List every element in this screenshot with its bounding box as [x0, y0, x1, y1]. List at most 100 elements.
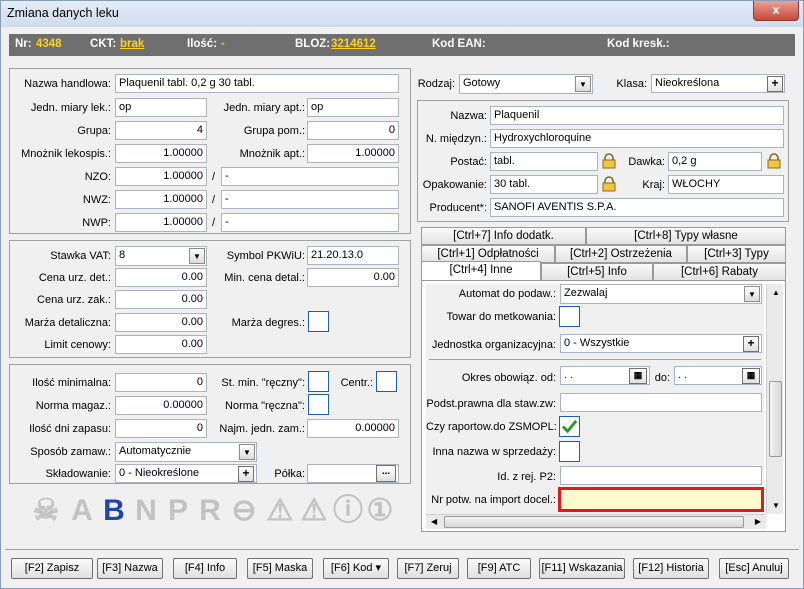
- unit-drug-field[interactable]: op: [115, 98, 207, 117]
- mask-button[interactable]: [F5] Maska: [247, 558, 313, 579]
- min-qty-label: Ilość minimalna:: [32, 377, 111, 389]
- warning-icon: ⚠: [266, 494, 294, 527]
- zsmopl-checkbox[interactable]: [559, 416, 580, 437]
- price-limit-field[interactable]: 0.00: [115, 335, 207, 354]
- unit-pharm-field[interactable]: op: [307, 98, 399, 117]
- horizontal-scrollbar[interactable]: ◀ ▶: [426, 514, 766, 529]
- tab-warnings[interactable]: [Ctrl+2] Ostrzeżenia: [555, 245, 687, 263]
- indications-button[interactable]: [F11] Wskazania: [539, 558, 625, 579]
- nzo-field[interactable]: 1.00000: [115, 167, 207, 186]
- cancel-button[interactable]: [Esc] Anuluj: [719, 558, 789, 579]
- vat-rate-combo[interactable]: 8 ▼: [115, 246, 207, 266]
- history-button[interactable]: [F12] Historia: [633, 558, 709, 579]
- bloz-link[interactable]: 3214612: [331, 38, 376, 50]
- nwp-field[interactable]: 1.00000: [115, 213, 207, 232]
- group-aux-field[interactable]: 0: [307, 121, 399, 140]
- supply-days-field[interactable]: 0: [115, 419, 207, 438]
- chevron-down-icon[interactable]: ▼: [744, 286, 760, 302]
- price-purchase-field[interactable]: 0.00: [115, 290, 207, 309]
- tab-types[interactable]: [Ctrl+3] Typy: [687, 245, 786, 263]
- ckt-label: CKT:: [90, 38, 117, 50]
- price-retail-field[interactable]: 0.00: [115, 268, 207, 287]
- chevron-down-icon[interactable]: ▼: [189, 248, 205, 264]
- alt-name-checkbox[interactable]: [559, 441, 580, 462]
- class-field[interactable]: Nieokreślona: [651, 74, 785, 93]
- calendar-icon[interactable]: ▦: [742, 368, 760, 384]
- retail-margin-field[interactable]: 0.00: [115, 313, 207, 332]
- dose-field[interactable]: 0,2 g: [668, 152, 762, 171]
- order-mode-combo[interactable]: Automatycznie ▼: [115, 442, 257, 462]
- name-field[interactable]: Plaquenil: [490, 106, 784, 125]
- manual-norm-checkbox[interactable]: [308, 394, 329, 415]
- reset-button[interactable]: [F7] Zeruj: [397, 558, 459, 579]
- nwz-extra-field[interactable]: -: [221, 190, 399, 209]
- nwp-extra-field[interactable]: -: [221, 213, 399, 232]
- country-field[interactable]: WŁOCHY: [668, 175, 784, 194]
- close-button[interactable]: x: [753, 1, 799, 21]
- lock-icon[interactable]: [602, 153, 616, 169]
- hscroll-thumb[interactable]: [444, 516, 744, 528]
- inn-field[interactable]: Hydroxychloroquine: [490, 129, 784, 148]
- price-limit-label: Limit cenowy:: [44, 339, 111, 351]
- multiplier-list-field[interactable]: 1.00000: [115, 144, 207, 163]
- tab-own-types[interactable]: [Ctrl+8] Typy własne: [586, 227, 786, 245]
- nwz-field[interactable]: 1.00000: [115, 190, 207, 209]
- lock-icon[interactable]: [767, 153, 781, 169]
- min-price-field[interactable]: 0.00: [307, 268, 399, 287]
- tab-info-extra[interactable]: [Ctrl+7] Info dodatk.: [421, 227, 586, 245]
- type-combo[interactable]: Gotowy ▼: [459, 74, 593, 94]
- import-permit-field[interactable]: [558, 487, 764, 512]
- scroll-thumb[interactable]: [769, 381, 782, 457]
- info-button[interactable]: [F4] Info: [173, 558, 237, 579]
- separator: [429, 359, 761, 360]
- form-field[interactable]: tabl.: [490, 152, 598, 171]
- nwz-slash: /: [212, 194, 216, 206]
- class-add-button[interactable]: +: [767, 76, 783, 92]
- atc-button[interactable]: [F9] ATC: [467, 558, 531, 579]
- scroll-down-icon[interactable]: ▼: [772, 501, 780, 510]
- vertical-scrollbar[interactable]: ▲ ▼: [766, 284, 783, 514]
- scroll-up-icon[interactable]: ▲: [772, 288, 780, 297]
- scroll-left-icon[interactable]: ◀: [431, 517, 437, 526]
- chevron-down-icon[interactable]: ▼: [575, 76, 591, 92]
- name-button[interactable]: [F3] Nazwa: [97, 558, 163, 579]
- ckt-link[interactable]: brak: [120, 38, 144, 50]
- trade-name-field[interactable]: Plaquenil tabl. 0,2 g 30 tabl.: [115, 74, 399, 93]
- norm-field[interactable]: 0.00000: [115, 396, 207, 415]
- manual-min-checkbox[interactable]: [308, 371, 329, 392]
- dispenser-combo[interactable]: Zezwalaj ▼: [560, 284, 762, 304]
- inn-label: N. międzyn.:: [425, 133, 487, 145]
- labeling-checkbox[interactable]: [559, 306, 580, 327]
- min-order-field[interactable]: 0.00000: [307, 419, 399, 438]
- ilosc-label: Ilość:: [187, 38, 218, 50]
- shelf-browse-button[interactable]: ...: [376, 465, 396, 482]
- tab-info[interactable]: [Ctrl+5] Info: [541, 263, 653, 281]
- legal-basis-field[interactable]: [560, 393, 762, 412]
- calendar-icon[interactable]: ▦: [629, 368, 647, 384]
- nzo-extra-field[interactable]: -: [221, 167, 399, 186]
- degressive-margin-label: Marża degres.:: [231, 317, 305, 329]
- central-checkbox[interactable]: [376, 371, 397, 392]
- lock-icon[interactable]: [602, 176, 616, 192]
- storage-add-button[interactable]: +: [238, 466, 254, 482]
- code-button[interactable]: [F6] Kod ▾: [323, 558, 389, 579]
- org-unit-add-button[interactable]: +: [743, 336, 759, 352]
- package-field[interactable]: 30 tabl.: [490, 175, 598, 194]
- tab-other[interactable]: [Ctrl+4] Inne: [421, 261, 541, 281]
- tab-discounts[interactable]: [Ctrl+6] Rabaty: [653, 263, 786, 281]
- import-permit-label: Nr potw. na import docel.:: [431, 494, 556, 506]
- nzo-label: NZO:: [84, 171, 111, 183]
- degressive-margin-checkbox[interactable]: [308, 311, 329, 332]
- min-qty-field[interactable]: 0: [115, 373, 207, 392]
- multiplier-pharm-field[interactable]: 1.00000: [307, 144, 399, 163]
- save-button[interactable]: [F2] Zapisz: [11, 558, 93, 579]
- p2-id-field[interactable]: [560, 466, 762, 485]
- scroll-right-icon[interactable]: ▶: [755, 517, 761, 526]
- pkwiu-field[interactable]: 21.20.13.0: [307, 246, 399, 265]
- producer-field[interactable]: SANOFI AVENTIS S.P.A.: [490, 198, 784, 217]
- manual-norm-label: Norma "ręczna":: [225, 400, 305, 412]
- chevron-down-icon[interactable]: ▼: [239, 444, 255, 460]
- storage-field[interactable]: 0 - Nieokreślone: [115, 464, 257, 483]
- org-unit-field[interactable]: 0 - Wszystkie: [560, 334, 762, 353]
- group-field[interactable]: 4: [115, 121, 207, 140]
